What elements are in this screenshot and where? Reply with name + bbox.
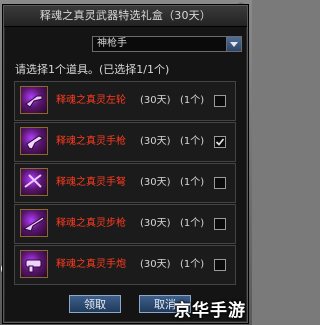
item-quantity: (1个): [180, 95, 205, 106]
item-duration: (30天): [140, 259, 171, 270]
item-row[interactable]: 释魂之真灵步枪 (30天) (1个): [14, 204, 236, 244]
item-row[interactable]: 释魂之真灵手枪 (30天) (1个): [14, 122, 236, 162]
crossbow-icon: [20, 168, 48, 196]
site-watermark: 京华手游: [174, 301, 246, 321]
item-name: 释魂之真灵手枪: [56, 136, 126, 147]
item-quantity: (1个): [180, 259, 205, 270]
selection-prompt: 请选择1个道具。(已选择1/1个): [15, 63, 170, 76]
item-name: 释魂之真灵左轮: [56, 95, 126, 106]
revolver-icon: [20, 86, 48, 114]
confirm-button[interactable]: 领取: [69, 295, 121, 313]
rifle-icon: [20, 209, 48, 237]
item-checkbox[interactable]: [214, 95, 226, 107]
item-duration: (30天): [140, 95, 171, 106]
item-name: 释魂之真灵手炮: [56, 259, 126, 270]
item-quantity: (1个): [180, 218, 205, 229]
pistol-icon: [20, 127, 48, 155]
item-checkbox[interactable]: [214, 218, 226, 230]
class-select[interactable]: 神枪手: [92, 36, 242, 52]
class-select-value: 神枪手: [97, 38, 127, 49]
gift-box-dialog: 释魂之真灵武器特选礼盒（30天） 神枪手 请选择1个道具。(已选择1/1个) 释…: [3, 5, 248, 323]
item-duration: (30天): [140, 136, 171, 147]
dialog-title: 释魂之真灵武器特选礼盒（30天）: [4, 6, 247, 27]
checkmark-icon: [215, 138, 225, 146]
item-quantity: (1个): [180, 177, 205, 188]
item-row[interactable]: 释魂之真灵手弩 (30天) (1个): [14, 163, 236, 203]
item-name: 释魂之真灵手弩: [56, 177, 126, 188]
item-duration: (30天): [140, 177, 171, 188]
game-screen: 5 (5 释魂之真灵武器特选礼盒（30天） 神枪手 请选择1个道具。(已选择1/…: [0, 0, 252, 325]
item-quantity: (1个): [180, 136, 205, 147]
item-checkbox[interactable]: [214, 136, 226, 148]
item-checkbox[interactable]: [214, 259, 226, 271]
chevron-down-icon[interactable]: [226, 37, 241, 51]
item-row[interactable]: 释魂之真灵左轮 (30天) (1个): [14, 81, 236, 121]
item-checkbox[interactable]: [214, 177, 226, 189]
item-row[interactable]: 释魂之真灵手炮 (30天) (1个): [14, 245, 236, 285]
item-duration: (30天): [140, 218, 171, 229]
hand-cannon-icon: [20, 250, 48, 278]
item-name: 释魂之真灵步枪: [56, 218, 126, 229]
